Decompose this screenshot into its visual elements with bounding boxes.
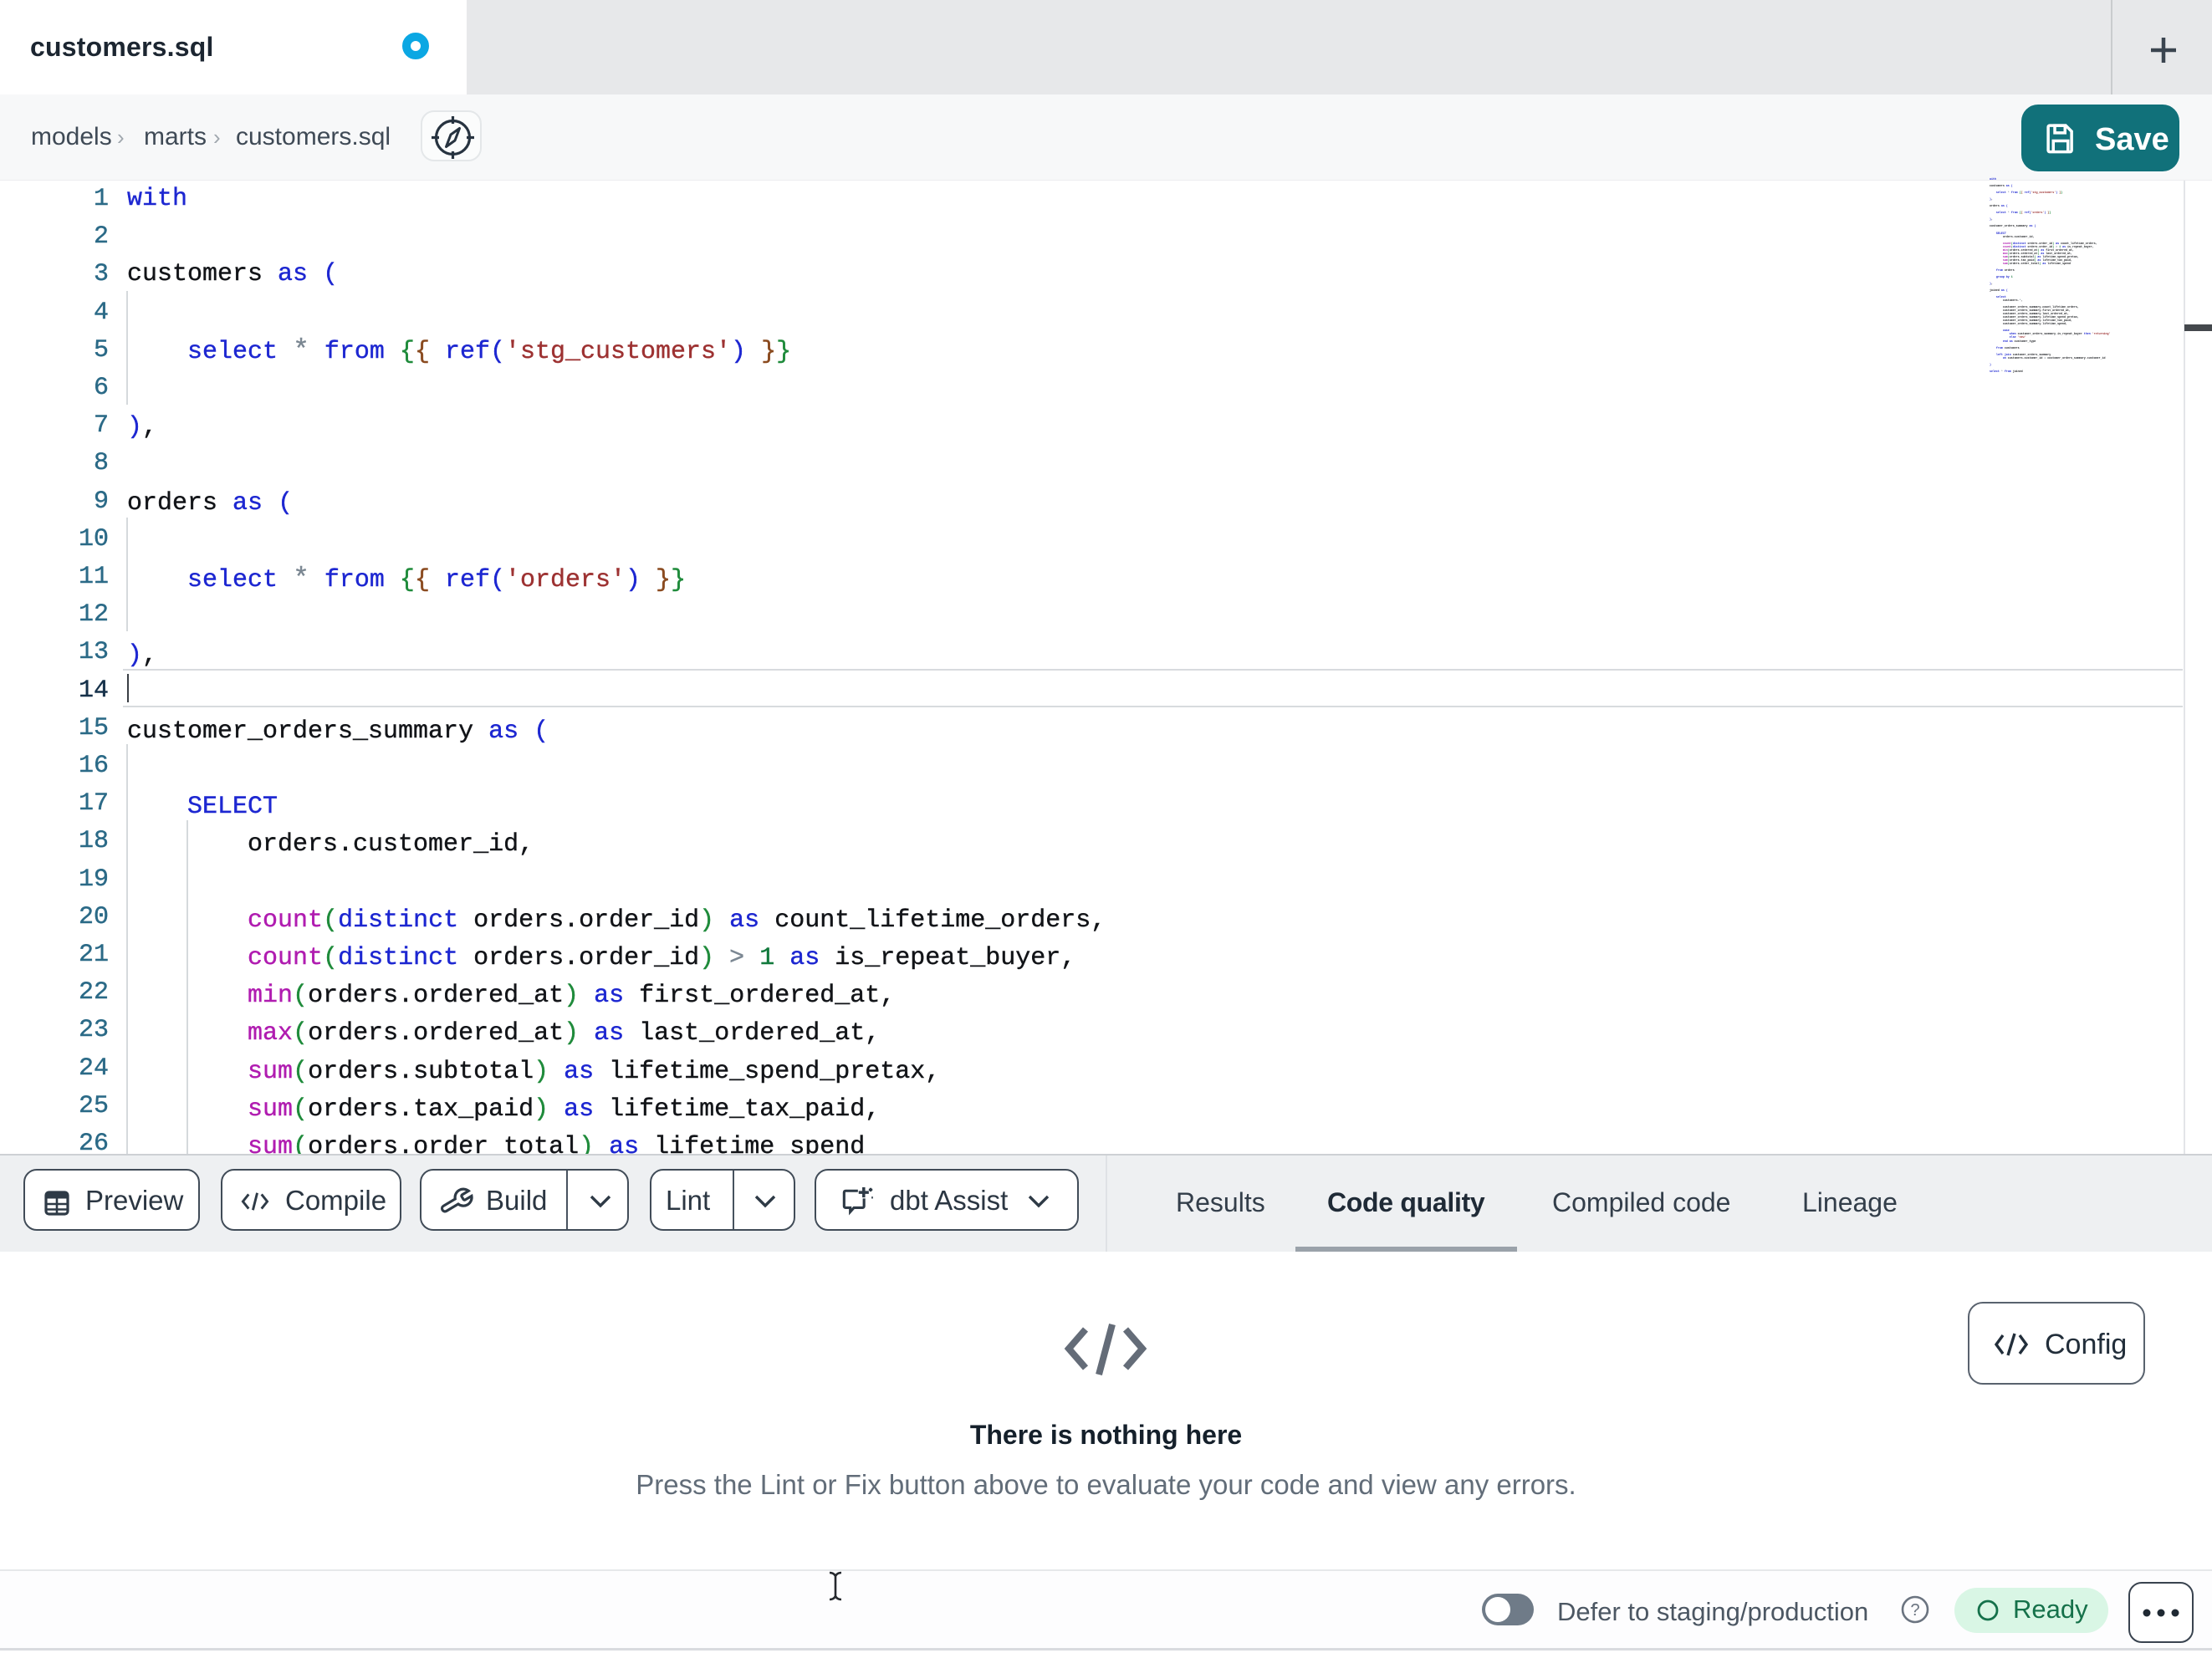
svg-text:?: ? xyxy=(1910,1601,1919,1620)
